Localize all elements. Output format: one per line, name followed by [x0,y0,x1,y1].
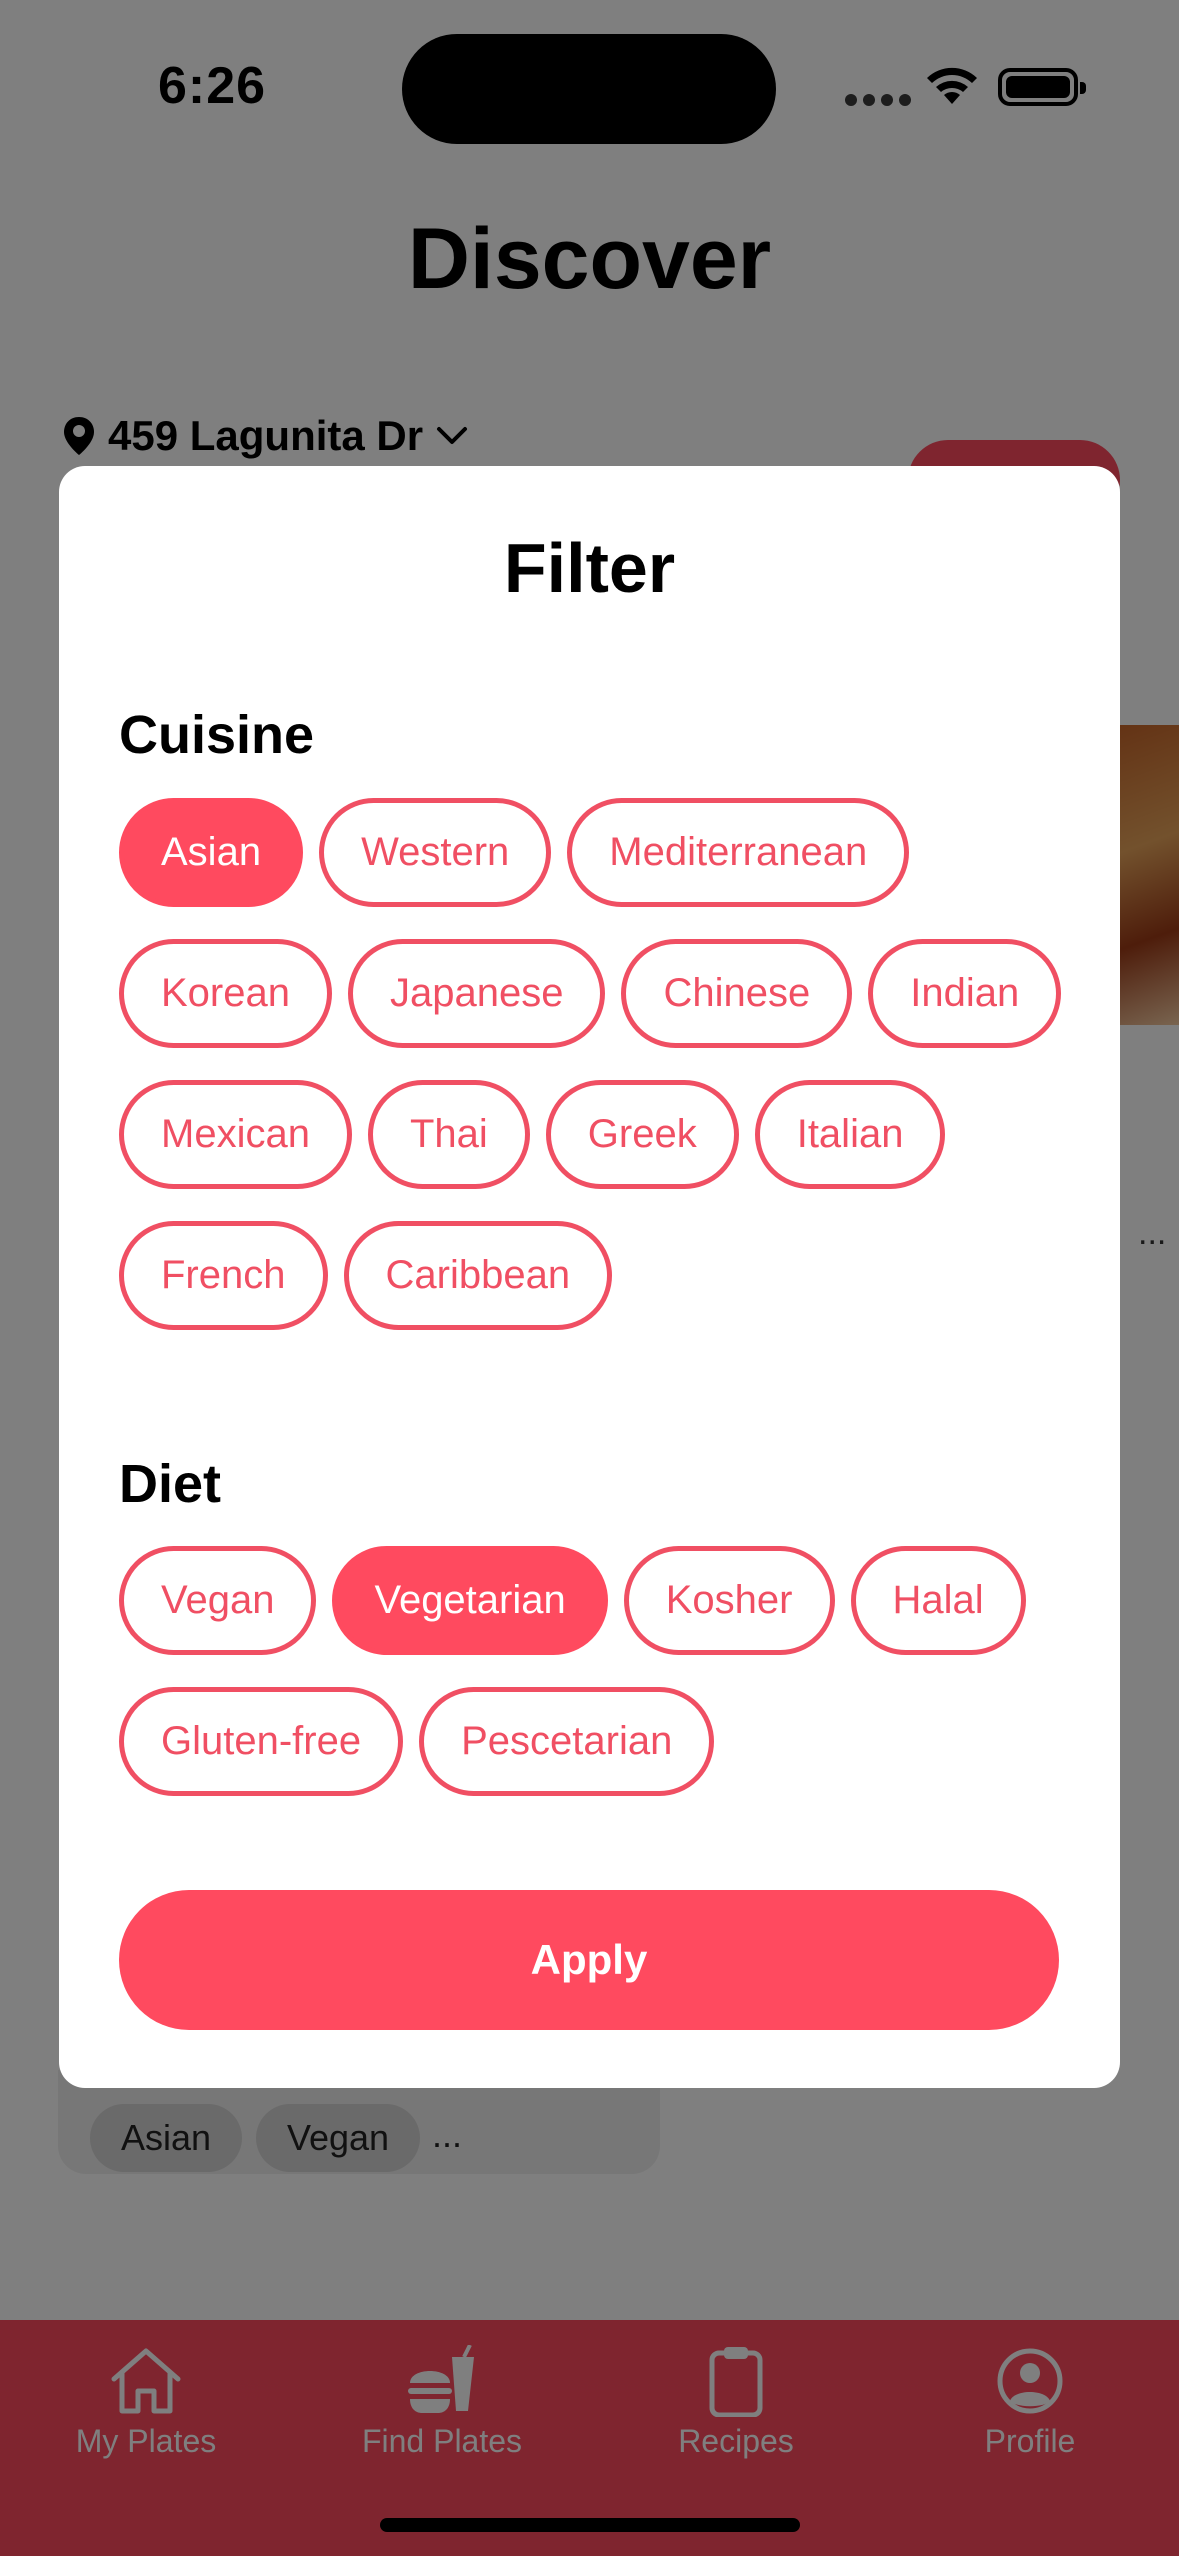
chip-greek[interactable]: Greek [545,1080,739,1189]
chip-italian[interactable]: Italian [754,1080,946,1189]
diet-section-title: Diet [119,1454,222,1514]
chip-vegan[interactable]: Vegan [119,1546,317,1655]
discover-screen: 6:26 Discover 459 Lagunita Dr ... Asian … [0,0,1179,2556]
cuisine-section-title: Cuisine [119,705,315,765]
apply-button[interactable]: Apply [119,1890,1059,2030]
chip-kosher[interactable]: Kosher [623,1546,835,1655]
chip-asian[interactable]: Asian [119,798,304,907]
diet-chip-group: Vegan Vegetarian Kosher Halal Gluten-free Pes… [119,1546,1079,1796]
cuisine-chip-group: Asian Western Mediterranean Korean Japanese C… [119,798,1079,1330]
chip-thai[interactable]: Thai [367,1080,530,1189]
chip-caribbean[interactable]: Caribbean [343,1221,613,1330]
chip-mediterranean[interactable]: Mediterranean [567,798,910,907]
chip-chinese[interactable]: Chinese [621,939,853,1048]
chip-mexican[interactable]: Mexican [119,1080,352,1189]
filter-modal: Filter Cuisine Asian Western Mediterranean… [59,466,1120,2088]
chip-korean[interactable]: Korean [119,939,332,1048]
chip-indian[interactable]: Indian [868,939,1062,1048]
chip-pescetarian[interactable]: Pescetarian [419,1687,715,1796]
chip-western[interactable]: Western [319,798,552,907]
modal-title: Filter [503,529,676,607]
chip-vegetarian[interactable]: Vegetarian [332,1546,608,1655]
chip-halal[interactable]: Halal [850,1546,1026,1655]
chip-japanese[interactable]: Japanese [347,939,606,1048]
chip-gluten-free[interactable]: Gluten-free [119,1687,404,1796]
chip-french[interactable]: French [119,1221,328,1330]
